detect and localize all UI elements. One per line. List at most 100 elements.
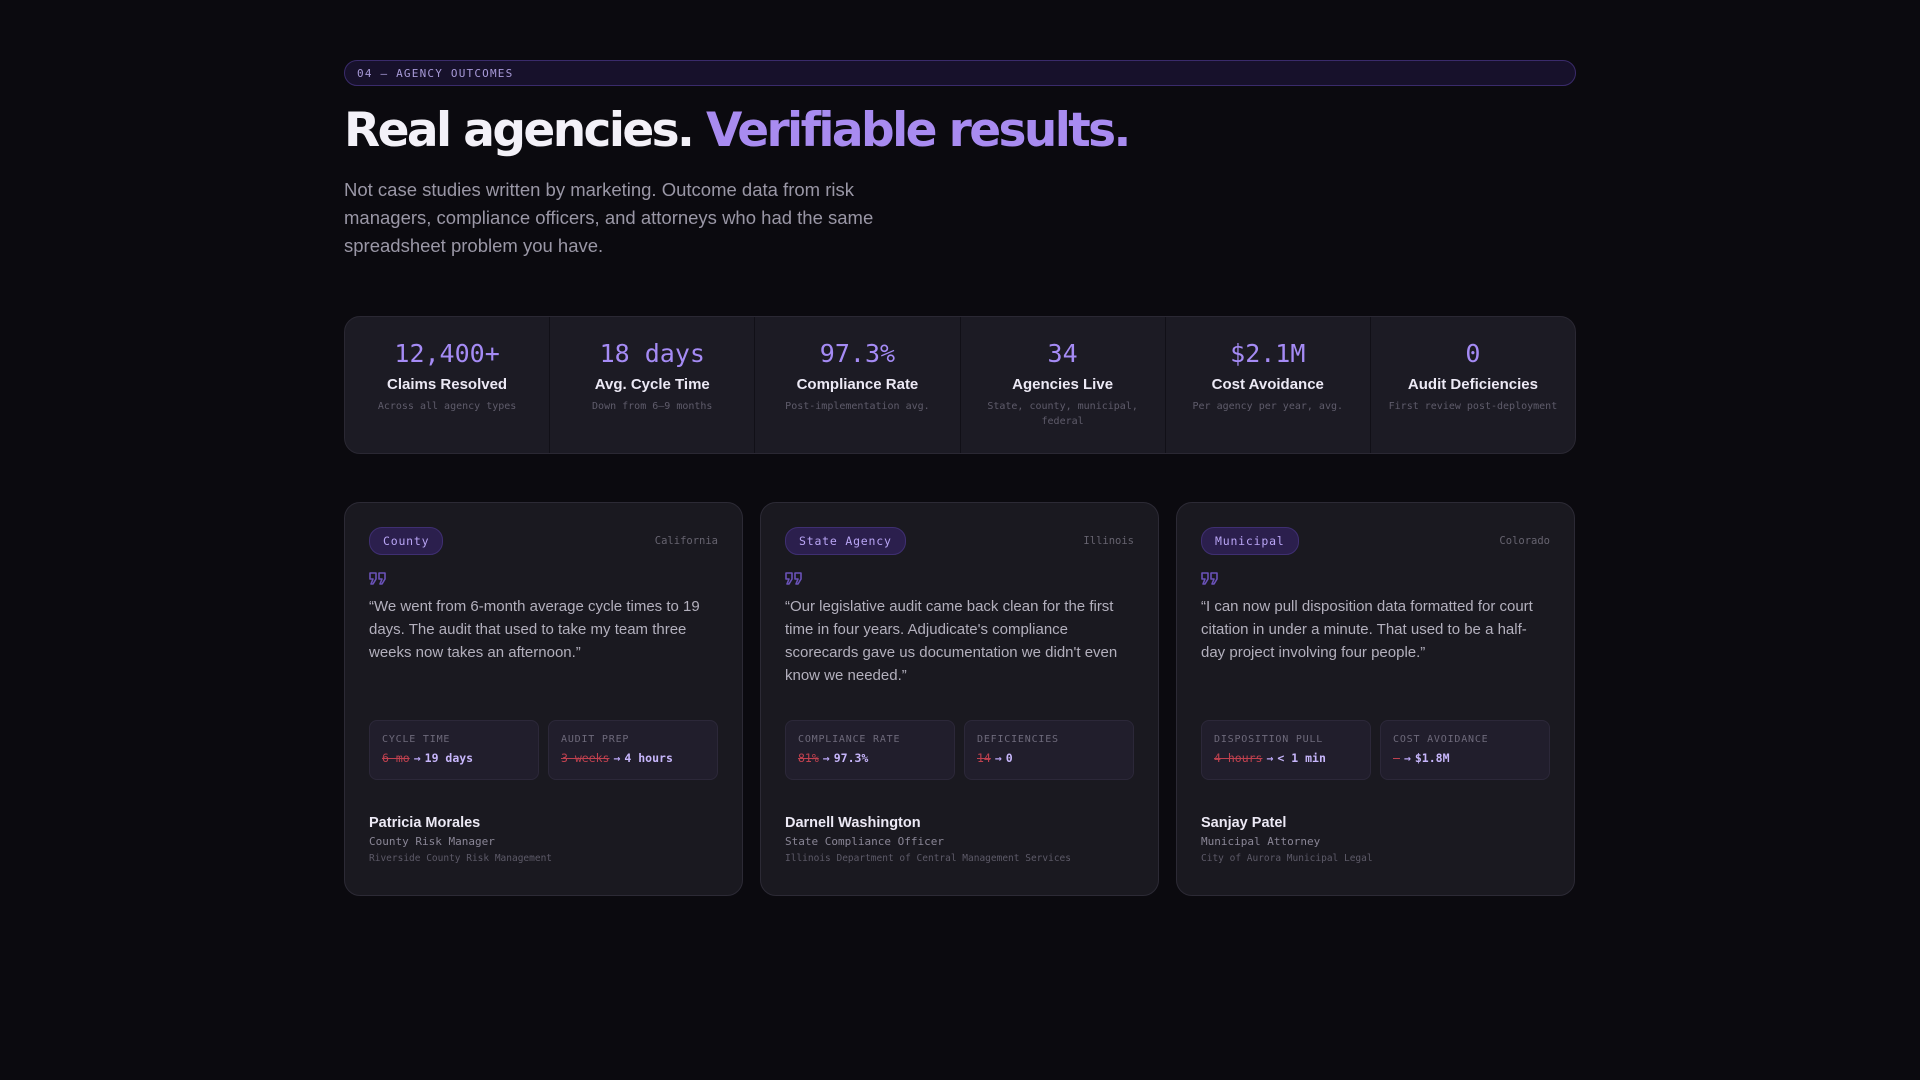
metrics-row: CYCLE TIME 6 mo → 19 days AUDIT PREP 3 wee… xyxy=(369,720,718,780)
card-header: County California xyxy=(369,527,718,555)
stat-claims-resolved: 12,400+ Claims Resolved Across all agenc… xyxy=(345,317,551,453)
metric-label: COMPLIANCE RATE xyxy=(798,734,901,745)
quote-icon xyxy=(369,571,718,589)
stat-label: Agencies Live xyxy=(1012,376,1114,393)
author-org: Riverside County Risk Management xyxy=(369,853,553,864)
testimonial-author: Sanjay Patel Municipal Attorney City of … xyxy=(1201,815,1373,864)
metric-after: $1.8M xyxy=(1414,751,1450,765)
agency-outcomes-section: 04 — AGENCY OUTCOMES Real agencies. Veri… xyxy=(344,60,1576,896)
stat-sub: Down from 6–9 months xyxy=(592,401,713,412)
metric-box: DEFICIENCIES 14 → 0 xyxy=(964,720,1134,780)
metric-label: CYCLE TIME xyxy=(382,734,451,745)
stat-value: 12,400+ xyxy=(394,339,500,368)
stat-compliance-rate: 97.3% Compliance Rate Post-implementatio… xyxy=(755,317,961,453)
metric-values: 6 mo → 19 days xyxy=(382,751,526,765)
card-header: State Agency Illinois xyxy=(785,527,1134,555)
metric-values: 3 weeks → 4 hours xyxy=(561,751,705,765)
metric-box: COST AVOIDANCE — → $1.8M xyxy=(1380,720,1550,780)
author-name: Sanjay Patel xyxy=(1201,815,1287,831)
metric-after: 4 hours xyxy=(624,751,673,765)
metric-box: DISPOSITION PULL 4 hours → < 1 min xyxy=(1201,720,1371,780)
stat-value: 0 xyxy=(1465,339,1481,368)
author-role: County Risk Manager xyxy=(369,835,495,848)
author-org: Illinois Department of Central Managemen… xyxy=(785,853,1071,864)
metric-before: 14 xyxy=(977,751,991,765)
stat-label: Avg. Cycle Time xyxy=(594,376,710,393)
metric-after: 19 days xyxy=(424,751,474,765)
metric-before: — xyxy=(1393,751,1400,765)
arrow-right-icon: → xyxy=(1403,751,1411,765)
testimonial-card-county: County California “We went from 6-month … xyxy=(344,502,743,896)
region-label: Colorado xyxy=(1499,535,1550,547)
stat-value: 18 days xyxy=(599,339,705,368)
agency-type-badge: Municipal xyxy=(1201,527,1299,555)
author-name: Darnell Washington xyxy=(785,815,921,831)
author-role: State Compliance Officer xyxy=(785,835,944,848)
stat-agencies-live: 34 Agencies Live State, county, municipa… xyxy=(961,317,1166,453)
metric-before: 81% xyxy=(798,751,819,765)
metric-values: 4 hours → < 1 min xyxy=(1214,751,1358,765)
metric-box: COMPLIANCE RATE 81% → 97.3% xyxy=(785,720,955,780)
stat-sub: First review post-deployment xyxy=(1388,401,1558,412)
stat-value: 97.3% xyxy=(819,339,896,368)
metrics-row: DISPOSITION PULL 4 hours → < 1 min COST AV… xyxy=(1201,720,1550,780)
metric-after: 97.3% xyxy=(833,751,869,765)
stat-value: 34 xyxy=(1047,339,1078,368)
metric-label: AUDIT PREP xyxy=(561,734,630,745)
stat-label: Compliance Rate xyxy=(796,376,919,393)
metric-label: COST AVOIDANCE xyxy=(1393,734,1489,745)
metric-before: 3 weeks xyxy=(561,751,610,765)
testimonial-card-state-agency: State Agency Illinois “Our legislative a… xyxy=(760,502,1159,896)
stat-sub: Post-implementation avg. xyxy=(785,401,930,412)
testimonial-quote: “We went from 6-month average cycle time… xyxy=(369,598,700,661)
metric-label: DISPOSITION PULL xyxy=(1214,734,1324,745)
region-label: California xyxy=(654,535,718,547)
metric-box: AUDIT PREP 3 weeks → 4 hours xyxy=(548,720,718,780)
arrow-right-icon: → xyxy=(994,751,1002,765)
stat-label: Claims Resolved xyxy=(387,376,508,393)
metric-label: DEFICIENCIES xyxy=(977,734,1059,745)
author-org: City of Aurora Municipal Legal xyxy=(1201,853,1373,864)
testimonial-card-municipal: Municipal Colorado “I can now pull dispo… xyxy=(1176,502,1575,896)
stat-sub: State, county, municipal, federal xyxy=(987,401,1138,427)
testimonial-quote: “I can now pull disposition data formatt… xyxy=(1201,598,1533,661)
testimonial-author: Patricia Morales County Risk Manager Riv… xyxy=(369,815,552,864)
metric-before: 4 hours xyxy=(1214,751,1263,765)
quote-icon xyxy=(1201,571,1550,589)
stat-label: Audit Deficiencies xyxy=(1407,376,1538,393)
arrow-right-icon: → xyxy=(413,751,421,765)
stat-value: $2.1M xyxy=(1230,339,1306,368)
stat-audit-deficiencies: 0 Audit Deficiencies First review post-d… xyxy=(1371,317,1575,453)
stats-bar: 12,400+ Claims Resolved Across all agenc… xyxy=(344,316,1576,454)
arrow-right-icon: → xyxy=(613,751,621,765)
metrics-row: COMPLIANCE RATE 81% → 97.3% DEFICIENCIES 1… xyxy=(785,720,1134,780)
metric-box: CYCLE TIME 6 mo → 19 days xyxy=(369,720,539,780)
metric-after: < 1 min xyxy=(1277,751,1326,765)
metric-values: — → $1.8M xyxy=(1393,751,1537,765)
arrow-right-icon: → xyxy=(1266,751,1274,765)
page-subtext: Not case studies written by marketing. O… xyxy=(344,179,874,256)
page-title-part1: Real agencies. xyxy=(344,103,706,158)
testimonial-cards: County California “We went from 6-month … xyxy=(344,502,1576,896)
stat-cost-avoidance: $2.1M Cost Avoidance Per agency per year… xyxy=(1166,317,1371,453)
metric-before: 6 mo xyxy=(382,751,410,765)
quote-icon xyxy=(785,571,1134,589)
metric-values: 14 → 0 xyxy=(977,751,1121,765)
author-name: Patricia Morales xyxy=(369,815,481,831)
card-header: Municipal Colorado xyxy=(1201,527,1550,555)
metric-after: 0 xyxy=(1005,751,1013,765)
agency-type-badge: State Agency xyxy=(785,527,906,555)
testimonial-quote: “Our legislative audit came back clean f… xyxy=(785,598,1118,684)
page-title: Real agencies. Verifiable results. xyxy=(344,98,1576,164)
stat-sub: Across all agency types xyxy=(377,401,517,412)
stat-avg-cycle-time: 18 days Avg. Cycle Time Down from 6–9 mo… xyxy=(550,317,756,453)
section-tag: 04 — AGENCY OUTCOMES xyxy=(344,60,1576,86)
arrow-right-icon: → xyxy=(822,751,830,765)
region-label: Illinois xyxy=(1083,535,1134,547)
stat-sub: Per agency per year, avg. xyxy=(1192,401,1344,412)
agency-type-badge: County xyxy=(369,527,444,555)
metric-values: 81% → 97.3% xyxy=(798,751,942,765)
page-title-part2: Verifiable results. xyxy=(706,103,1131,158)
testimonial-author: Darnell Washington State Compliance Offi… xyxy=(785,815,1071,864)
stat-label: Cost Avoidance xyxy=(1211,376,1324,393)
